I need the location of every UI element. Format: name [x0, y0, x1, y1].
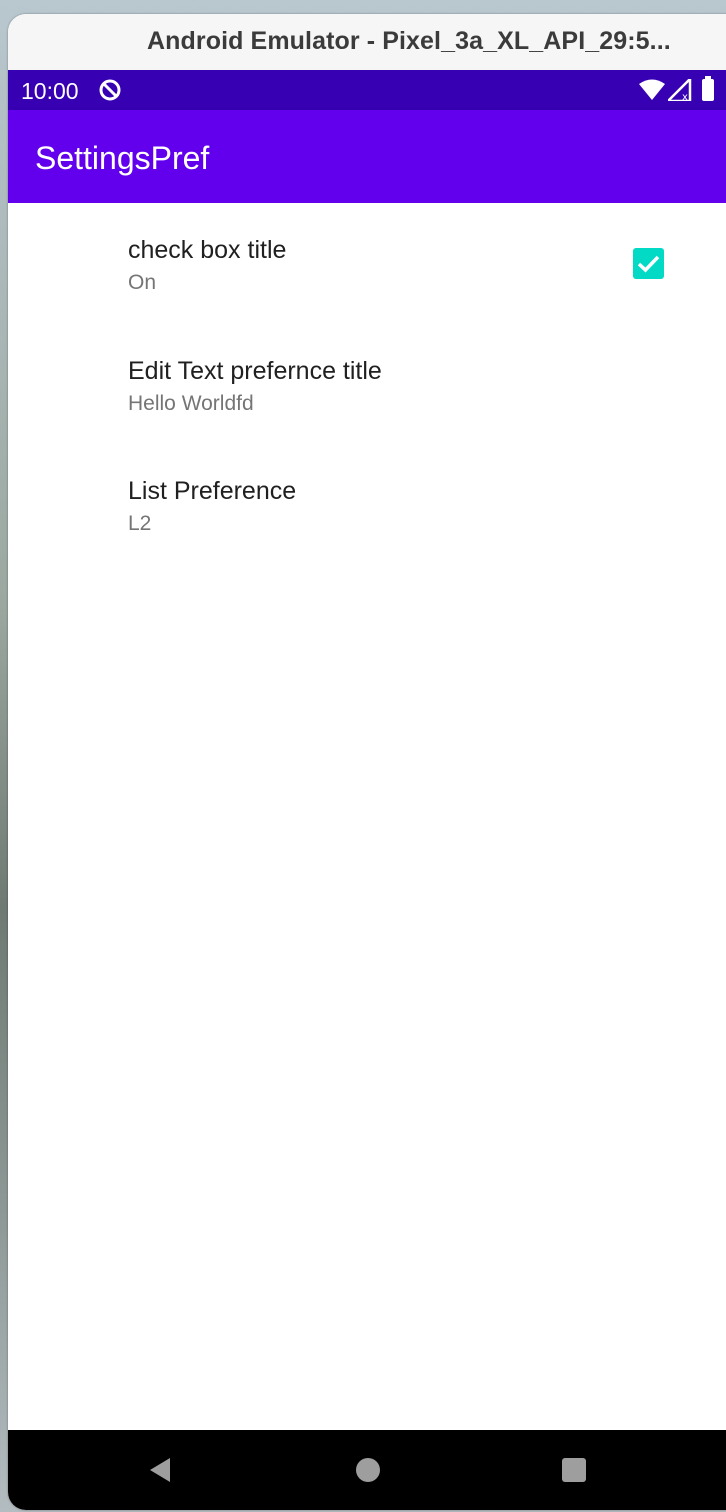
preference-summary: L2 [128, 512, 152, 535]
battery-icon [702, 76, 714, 101]
app-bar: SettingsPref [8, 110, 726, 203]
checkbox-preference[interactable]: check box title On [8, 203, 726, 323]
edit-text-preference[interactable]: Edit Text prefernce title Hello Worldfd [8, 324, 726, 444]
svg-text:x: x [682, 92, 688, 101]
navigation-bar [8, 1430, 726, 1510]
checkbox[interactable] [633, 248, 664, 279]
back-icon[interactable] [146, 1454, 178, 1486]
status-bar: 10:00 x [8, 70, 726, 110]
emulator-window: Android Emulator - Pixel_3a_XL_API_29:5.… [8, 14, 726, 1510]
preference-title: check box title [128, 236, 287, 264]
signal-icon: x [668, 79, 692, 101]
app-title: SettingsPref [35, 140, 210, 176]
preference-title: Edit Text prefernce title [128, 357, 382, 385]
check-icon [637, 255, 660, 273]
recents-icon[interactable] [558, 1454, 590, 1486]
preference-summary: On [128, 271, 157, 294]
window-titlebar[interactable]: Android Emulator - Pixel_3a_XL_API_29:5.… [8, 14, 726, 71]
wifi-icon [639, 79, 665, 100]
preference-title: List Preference [128, 477, 297, 505]
window-title: Android Emulator - Pixel_3a_XL_API_29:5.… [147, 27, 671, 55]
data-saver-icon [99, 79, 121, 101]
home-icon[interactable] [352, 1454, 384, 1486]
list-preference[interactable]: List Preference L2 [8, 444, 726, 564]
preference-summary: Hello Worldfd [128, 392, 254, 415]
preferences-list: check box title On Edit Text prefernce t… [8, 203, 726, 1430]
status-time: 10:00 [21, 78, 79, 104]
